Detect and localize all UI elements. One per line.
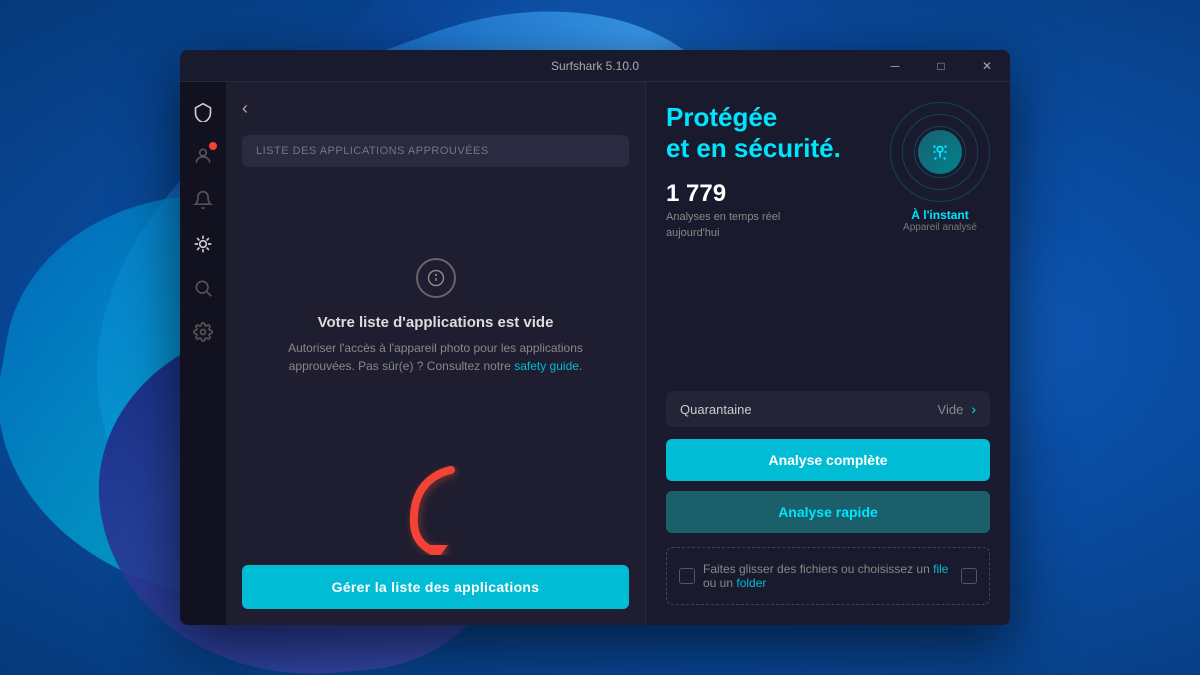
- empty-title: Votre liste d'applications est vide: [318, 314, 554, 331]
- main-area: ‹ LISTE DES APPLICATIONS APPROUVÉES Votr…: [180, 82, 1010, 625]
- arrow-container: [242, 465, 629, 555]
- quarantine-right: Vide ›: [938, 401, 976, 417]
- title-bar: Surfshark 5.10.0 ─ □ ✕: [180, 50, 1010, 82]
- spacer: [666, 261, 990, 391]
- app-window: Surfshark 5.10.0 ─ □ ✕: [180, 50, 1010, 625]
- close-button[interactable]: ✕: [964, 50, 1010, 82]
- drop-zone[interactable]: Faites glisser des fichiers ou choisisse…: [666, 547, 990, 605]
- sidebar-icon-search[interactable]: [185, 270, 221, 306]
- info-icon: [416, 258, 456, 298]
- sidebar-icon-shield[interactable]: [185, 94, 221, 130]
- folder-link[interactable]: folder: [736, 576, 766, 590]
- sidebar-icon-settings[interactable]: [185, 314, 221, 350]
- metric-number: 1 779: [666, 180, 841, 208]
- instant-label: À l'instant Appareil analysé: [903, 208, 977, 233]
- file-link[interactable]: file: [933, 562, 948, 576]
- content-area: ‹ LISTE DES APPLICATIONS APPROUVÉES Votr…: [226, 82, 1010, 625]
- radar-rings: [890, 102, 990, 202]
- empty-state: Votre liste d'applications est vide Auto…: [242, 187, 629, 445]
- manage-button[interactable]: Gérer la liste des applications: [242, 565, 629, 609]
- sidebar-icon-bug[interactable]: [185, 226, 221, 262]
- empty-description: Autoriser l'accès à l'appareil photo pou…: [262, 339, 609, 375]
- quarantine-row[interactable]: Quarantaine Vide ›: [666, 391, 990, 427]
- status-section: Protégée et en sécurité. 1 779 Analyses …: [666, 102, 990, 241]
- sidebar: [180, 82, 226, 625]
- sidebar-icon-alert[interactable]: [185, 182, 221, 218]
- quarantine-label: Quarantaine: [680, 402, 752, 417]
- drop-icon-right: [961, 568, 977, 584]
- notification-badge: [209, 142, 217, 150]
- drop-checkbox[interactable]: [679, 568, 695, 584]
- radar-section: À l'instant Appareil analysé: [890, 102, 990, 233]
- window-title: Surfshark 5.10.0: [551, 59, 639, 73]
- bug-center-icon: [918, 130, 962, 174]
- list-header: LISTE DES APPLICATIONS APPROUVÉES: [242, 135, 629, 167]
- arrow-icon: [396, 465, 476, 555]
- window-controls: ─ □ ✕: [872, 50, 1010, 82]
- minimize-button[interactable]: ─: [872, 50, 918, 82]
- radar-graphic: [890, 102, 990, 202]
- quarantine-arrow-icon: ›: [971, 401, 976, 417]
- left-panel: ‹ LISTE DES APPLICATIONS APPROUVÉES Votr…: [226, 82, 646, 625]
- safety-guide-link[interactable]: safety guide: [514, 359, 579, 373]
- quick-scan-button[interactable]: Analyse rapide: [666, 491, 990, 533]
- metric-label: Analyses en temps réel aujourd'hui: [666, 210, 841, 241]
- instant-title: À l'instant: [903, 208, 977, 222]
- status-metrics: 1 779 Analyses en temps réel aujourd'hui: [666, 180, 841, 241]
- full-scan-button[interactable]: Analyse complète: [666, 439, 990, 481]
- quarantine-status: Vide: [938, 402, 964, 417]
- maximize-button[interactable]: □: [918, 50, 964, 82]
- instant-subtitle: Appareil analysé: [903, 222, 977, 233]
- sidebar-icon-user[interactable]: [185, 138, 221, 174]
- right-panel: Protégée et en sécurité. 1 779 Analyses …: [646, 82, 1010, 625]
- drop-text: Faites glisser des fichiers ou choisisse…: [703, 562, 953, 590]
- back-button[interactable]: ‹: [242, 98, 266, 119]
- status-text: Protégée et en sécurité. 1 779 Analyses …: [666, 102, 841, 241]
- status-title: Protégée et en sécurité.: [666, 102, 841, 164]
